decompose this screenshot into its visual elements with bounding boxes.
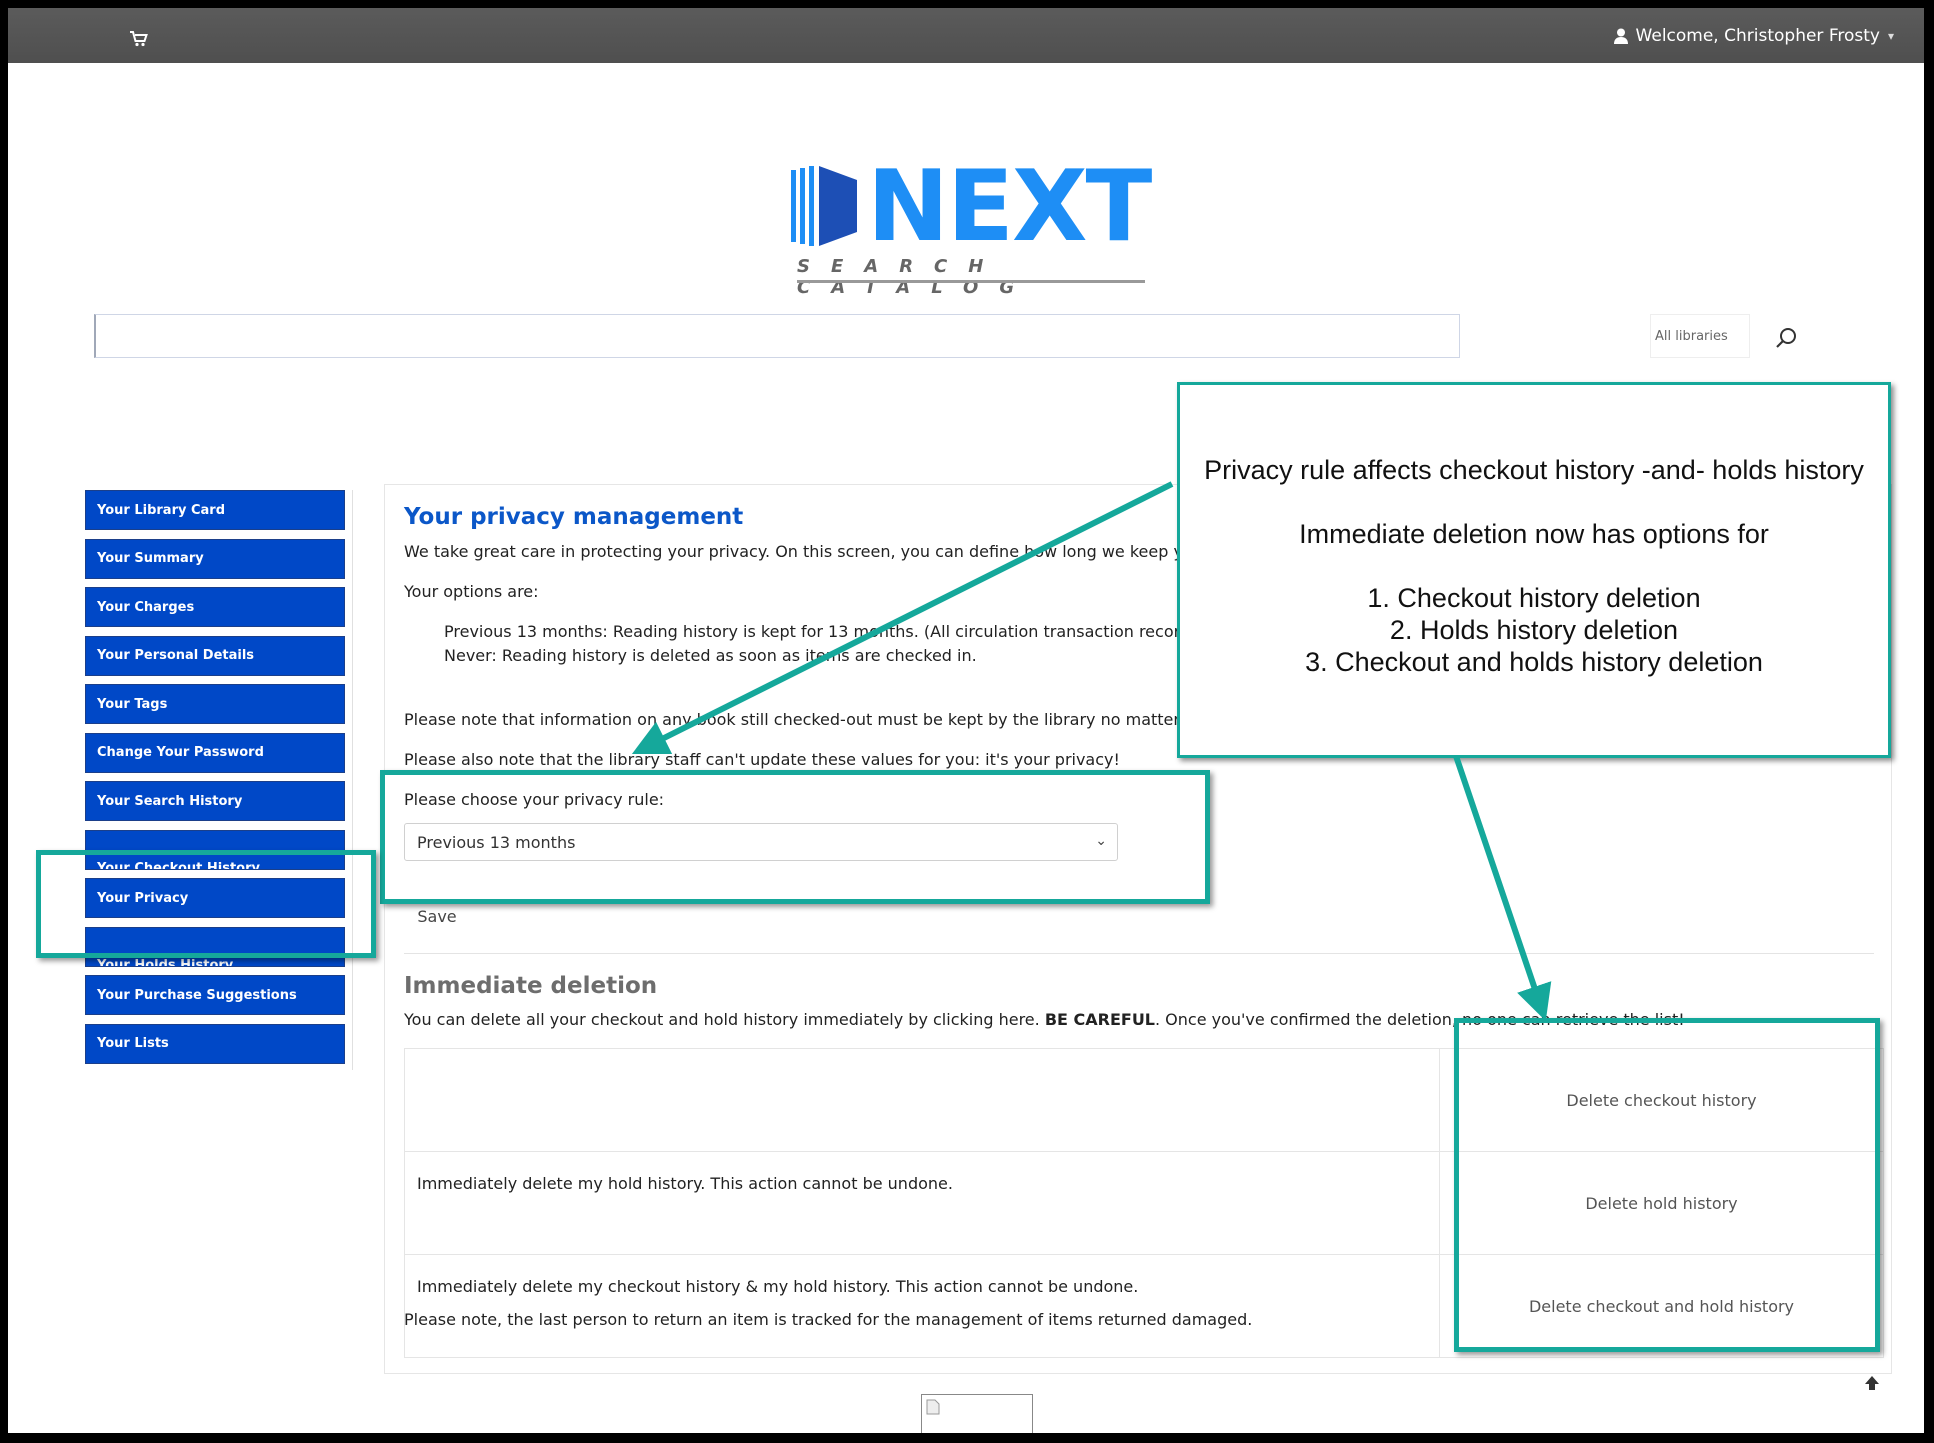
deletion-intro-text: You can delete all your checkout and hol… — [404, 1010, 1045, 1029]
sidebar-item-label: Change Your Password — [97, 745, 264, 760]
checked-out-note: Please note that information on any book… — [404, 710, 1222, 729]
sidebar-item-summary[interactable]: Your Summary — [85, 538, 345, 579]
deletion-warning: BE CAREFUL — [1044, 1010, 1155, 1029]
save-button[interactable]: Save — [404, 900, 470, 934]
sidebar-item-lists[interactable]: Your Lists — [85, 1023, 345, 1064]
sidebar-item-search-history[interactable]: Your Search History — [85, 781, 345, 821]
search-icon[interactable] — [1774, 326, 1798, 350]
callout-line-4: 2. Holds history deletion — [1389, 615, 1679, 645]
shopping-cart-icon[interactable] — [130, 31, 148, 47]
user-menu[interactable]: Welcome, Christopher Frosty ▾ — [1613, 26, 1894, 46]
sidebar-item-label: Your Purchase Suggestions — [97, 987, 297, 1003]
sidebar-item-label: Your Personal Details — [97, 648, 255, 663]
welcome-text: Welcome, Christopher Frosty — [1635, 26, 1880, 46]
page-title: Your privacy management — [404, 504, 744, 530]
sidebar-item-tags[interactable]: Your Tags — [85, 684, 345, 724]
privacy-rule-highlight — [380, 770, 1210, 904]
sidebar-item-label: Your Library Card — [97, 502, 226, 518]
user-icon — [1613, 28, 1628, 44]
site-logo[interactable]: NEXT SEARCH CATALOG — [791, 150, 1152, 298]
option-13-months: Previous 13 months: Reading history is k… — [444, 622, 1230, 641]
damaged-items-note: Please note, the last person to return a… — [404, 1310, 1253, 1329]
sidebar-item-change-password[interactable]: Change Your Password — [85, 732, 345, 773]
sidebar-item-library-card[interactable]: Your Library Card — [85, 490, 345, 530]
logo-underline — [797, 280, 1145, 283]
privacy-intro: We take great care in protecting your pr… — [404, 542, 1228, 561]
callout-line-2: Immediate deletion now has options for — [1299, 519, 1769, 549]
sidebar-item-charges[interactable]: Your Charges — [85, 587, 345, 627]
deletion-description — [404, 1048, 1440, 1152]
immediate-deletion-title: Immediate deletion — [404, 973, 658, 999]
sidebar-privacy-highlight — [36, 850, 376, 958]
logo-subtitle: SEARCH CATALOG — [797, 256, 1036, 298]
sidebar-item-purchase-suggestions[interactable]: Your Purchase Suggestions — [85, 975, 345, 1015]
sidebar-item-personal-details[interactable]: Your Personal Details — [85, 635, 345, 676]
chevron-down-icon: ▾ — [1887, 29, 1894, 43]
sidebar-item-label: Your Charges — [97, 599, 195, 615]
top-navbar: Welcome, Christopher Frosty ▾ — [8, 8, 1924, 63]
broken-image — [921, 1394, 1033, 1433]
app-window: Welcome, Christopher Frosty ▾ NEXT SEARC… — [8, 8, 1924, 1433]
sidebar-item-label: Your Holds History — [97, 957, 234, 967]
sidebar-item-label: Your Search History — [97, 793, 243, 809]
annotation-callout: Privacy rule affects checkout history -a… — [1177, 382, 1891, 758]
broken-image-icon — [926, 1399, 940, 1415]
callout-line-1: Privacy rule affects checkout history -a… — [1204, 455, 1864, 485]
delete-buttons-highlight — [1454, 1018, 1880, 1352]
sidebar-item-label: Your Tags — [97, 696, 168, 712]
search-input[interactable] — [94, 314, 1460, 358]
option-never: Never: Reading history is deleted as soo… — [444, 646, 977, 665]
account-sidebar: Your Library Card Your Summary Your Char… — [85, 490, 345, 1072]
library-scope-select[interactable]: All libraries — [1650, 314, 1750, 358]
sidebar-item-label: Your Lists — [97, 1036, 169, 1051]
callout-line-5: 3. Checkout and holds history deletion — [1305, 647, 1763, 677]
sidebar-item-label: Your Summary — [97, 551, 204, 566]
logo-mark-icon — [791, 166, 857, 246]
staff-note: Please also note that the library staff … — [404, 750, 1120, 769]
callout-line-3: 1. Checkout history deletion — [1367, 583, 1701, 613]
logo-wordmark: NEXT — [867, 150, 1152, 264]
sidebar-divider — [352, 490, 353, 1070]
arrow-up-icon[interactable] — [1863, 1374, 1881, 1392]
section-divider — [404, 953, 1874, 954]
deletion-description: Immediately delete my hold history. This… — [404, 1151, 1440, 1255]
options-label: Your options are: — [404, 582, 539, 601]
deletion-description: Immediately delete my checkout history &… — [404, 1254, 1440, 1358]
